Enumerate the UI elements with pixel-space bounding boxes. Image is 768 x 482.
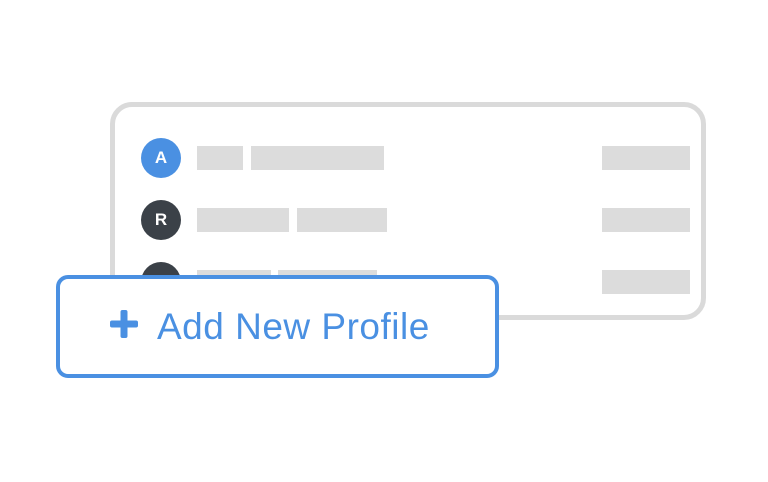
profile-row-a[interactable]: A — [115, 138, 701, 178]
name-placeholder — [297, 208, 387, 232]
name-placeholder — [197, 208, 289, 232]
avatar: A — [141, 138, 181, 178]
name-placeholder — [197, 146, 243, 170]
avatar: R — [141, 200, 181, 240]
add-new-profile-label: Add New Profile — [157, 305, 430, 347]
value-placeholder — [602, 146, 690, 170]
add-new-profile-button[interactable]: Add New Profile — [56, 275, 499, 378]
name-placeholder — [251, 146, 384, 170]
value-placeholder — [602, 270, 690, 294]
value-placeholder — [602, 208, 690, 232]
profile-row-r[interactable]: R — [115, 200, 701, 240]
plus-icon — [110, 310, 157, 343]
